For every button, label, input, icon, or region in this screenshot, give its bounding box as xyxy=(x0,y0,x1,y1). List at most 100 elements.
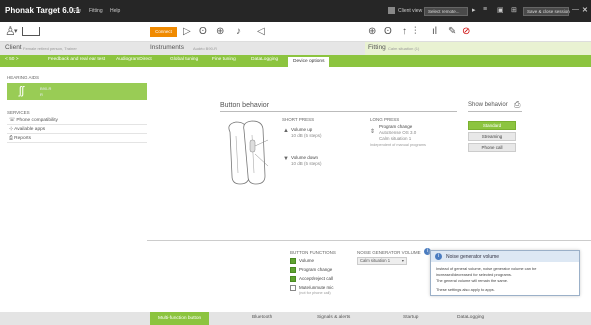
service-phone-compatibility[interactable]: ☏ Phone compatibility xyxy=(7,117,147,125)
minimize-icon[interactable]: — xyxy=(572,6,579,13)
fitting-title[interactable]: Fitting xyxy=(368,44,386,51)
volume-checkbox-label: Volume xyxy=(299,258,315,263)
speaker-icon[interactable]: ◁ xyxy=(257,26,265,37)
hearing-aids-card[interactable]: ʃʃ B90-R R xyxy=(7,83,147,100)
aid-name: B90-R xyxy=(40,86,52,91)
arrow-up-icon[interactable]: ↑ xyxy=(402,26,407,37)
long-press-label: LONG PRESS xyxy=(370,117,400,122)
sliders-icon[interactable]: ⫶ xyxy=(414,26,417,37)
noise-generator-dropdown-value: Calm situation 1 xyxy=(360,258,391,263)
show-behavior-label: Show behavior xyxy=(468,102,508,108)
show-behavior-divider xyxy=(468,111,522,112)
play-icon[interactable]: ▸ xyxy=(472,6,476,14)
grid-icon[interactable]: ⊞ xyxy=(511,6,517,14)
noise-generator-title: NOISE GENERATOR VOLUME xyxy=(357,250,421,255)
aid-side: R xyxy=(40,92,43,97)
accept-reject-call-checkbox-label: Accept/reject call xyxy=(299,276,334,281)
save-close-button[interactable]: Save & close session xyxy=(523,7,570,16)
volume-up-arrow-icon: ▲ xyxy=(283,128,289,134)
hearing-aids-label: HEARING AIDS xyxy=(7,75,40,80)
info-body-line3: The general volume will remain the same. xyxy=(436,278,509,283)
bars-icon[interactable]: ıl xyxy=(432,26,437,37)
ear-icon[interactable]: ʘ xyxy=(199,26,207,37)
fitting-subtitle: Calm situation (1) xyxy=(388,46,420,51)
app-title: Phonak Target 6.0.1 xyxy=(5,6,80,15)
short-press-up-sub: 10 dB (5 steps) xyxy=(291,133,322,138)
button-functions-title: BUTTON FUNCTIONS xyxy=(290,250,336,255)
chevron-down-icon: ▾ xyxy=(401,258,404,263)
client-view-toggle[interactable]: Client view xyxy=(398,8,422,14)
no-signal-icon[interactable]: ⊘ xyxy=(462,26,470,37)
noise-generator-dropdown[interactable]: Calm situation 1 ▾ xyxy=(357,257,407,265)
service-available-apps[interactable]: ⊹ Available apps xyxy=(7,126,147,134)
info-body-line4: These settings also apply to apps. xyxy=(436,287,495,292)
client-subtitle: Female retired person, Trainer xyxy=(23,46,77,51)
accept-reject-call-checkbox[interactable] xyxy=(290,276,296,282)
tab-startup[interactable]: Startup xyxy=(403,315,418,320)
wrench-icon[interactable]: ✎ xyxy=(448,26,456,37)
long-press-line1: AutoSense OS 3.0 xyxy=(379,130,417,135)
program-change-arrows-icon: ⇕ xyxy=(370,129,376,135)
save-icon[interactable]: ▣ xyxy=(497,6,504,14)
short-press-down: Volume down xyxy=(291,155,319,160)
tab-audiogramdirect[interactable]: AudiogramDirect xyxy=(116,57,152,62)
client-view-icon xyxy=(388,7,395,14)
hearing-aid-illustration xyxy=(228,120,269,185)
info-icon: i xyxy=(435,253,442,260)
hearing-aids-icon[interactable]: ʘ xyxy=(384,26,392,37)
tab-global-tuning[interactable]: Global tuning xyxy=(170,57,198,62)
settings-icon[interactable]: ⊕ xyxy=(216,26,224,37)
client-title[interactable]: Client xyxy=(5,44,22,51)
tab-signals-alerts[interactable]: Signals & alerts xyxy=(317,315,350,320)
voice-icon[interactable]: ♪ xyxy=(236,26,241,37)
behavior-phone-call-button[interactable]: Phone call xyxy=(468,143,516,152)
menu-fitting[interactable]: Fitting xyxy=(89,8,103,14)
short-press-down-sub: 10 dB (5 steps) xyxy=(291,161,322,166)
tab-back-forward[interactable]: < 50 > xyxy=(5,57,19,62)
behavior-standard-button[interactable]: Standard xyxy=(468,121,516,130)
tab-datalogging[interactable]: DataLogging xyxy=(251,57,278,62)
long-press-note: Independent of manual programs xyxy=(370,143,426,147)
connect-button[interactable]: Connect xyxy=(150,27,177,37)
tab-fine-tuning[interactable]: Fine tuning xyxy=(212,57,236,62)
menu-lines-icon[interactable]: ≡ xyxy=(483,6,487,13)
volume-down-arrow-icon: ▼ xyxy=(283,156,289,162)
button-behavior-title: Button behavior xyxy=(220,102,270,109)
tab-bluetooth[interactable]: Bluetooth xyxy=(252,315,272,320)
functions-divider xyxy=(147,240,591,241)
long-press-line2: Calm situation 1 xyxy=(379,136,412,141)
program-change-checkbox[interactable] xyxy=(290,267,296,273)
tab-datalogging-bottom[interactable]: DataLogging xyxy=(457,315,484,320)
short-press-up: Volume up xyxy=(291,127,313,132)
program-change-checkbox-label: Program change xyxy=(299,267,333,272)
service-reports[interactable]: ⎙ Reports xyxy=(7,135,147,143)
short-press-label: SHORT PRESS xyxy=(282,117,315,122)
tab-multi-function-button[interactable]: Multi-function button xyxy=(150,312,210,325)
title-bar: Phonak Target 6.0.1 File Fitting Help Cl… xyxy=(0,0,591,22)
services-label: SERVICES xyxy=(7,110,30,115)
menu-file[interactable]: File xyxy=(73,8,81,14)
play-icon[interactable]: ▷ xyxy=(183,26,191,37)
instruments-subtitle: Audéo B90-R xyxy=(193,46,218,51)
menu-help[interactable]: Help xyxy=(110,8,120,14)
device-options-tabs xyxy=(0,312,591,325)
info-tooltip-header: i Noise generator volume xyxy=(431,251,579,262)
mute-mic-checkbox[interactable] xyxy=(290,285,296,291)
print-icon[interactable]: ⎙ xyxy=(514,100,520,110)
close-icon[interactable]: ✕ xyxy=(582,6,588,14)
instruments-title[interactable]: Instruments xyxy=(150,44,184,51)
mute-mic-note: (not for phone call) xyxy=(299,291,331,295)
dropdown-arrow-icon[interactable]: ▾ xyxy=(14,27,18,35)
volume-checkbox[interactable] xyxy=(290,258,296,264)
info-tooltip: i Noise generator volume Instead of gene… xyxy=(430,250,580,296)
tab-feedback[interactable]: Feedback and real ear test xyxy=(48,57,105,62)
mute-mic-checkbox-label: Mute/unmute mic xyxy=(299,285,334,290)
long-press-title: Program change xyxy=(379,124,413,129)
globe-icon[interactable]: ⊕ xyxy=(368,26,376,37)
tab-device-options[interactable]: Device options xyxy=(288,57,330,67)
select-remote-dropdown[interactable]: Select remote... xyxy=(424,7,468,16)
info-tooltip-title: Noise generator volume xyxy=(446,254,500,260)
behavior-streaming-button[interactable]: Streaming xyxy=(468,132,516,141)
audiogram-icon[interactable] xyxy=(22,27,40,36)
toolbar xyxy=(0,22,591,42)
